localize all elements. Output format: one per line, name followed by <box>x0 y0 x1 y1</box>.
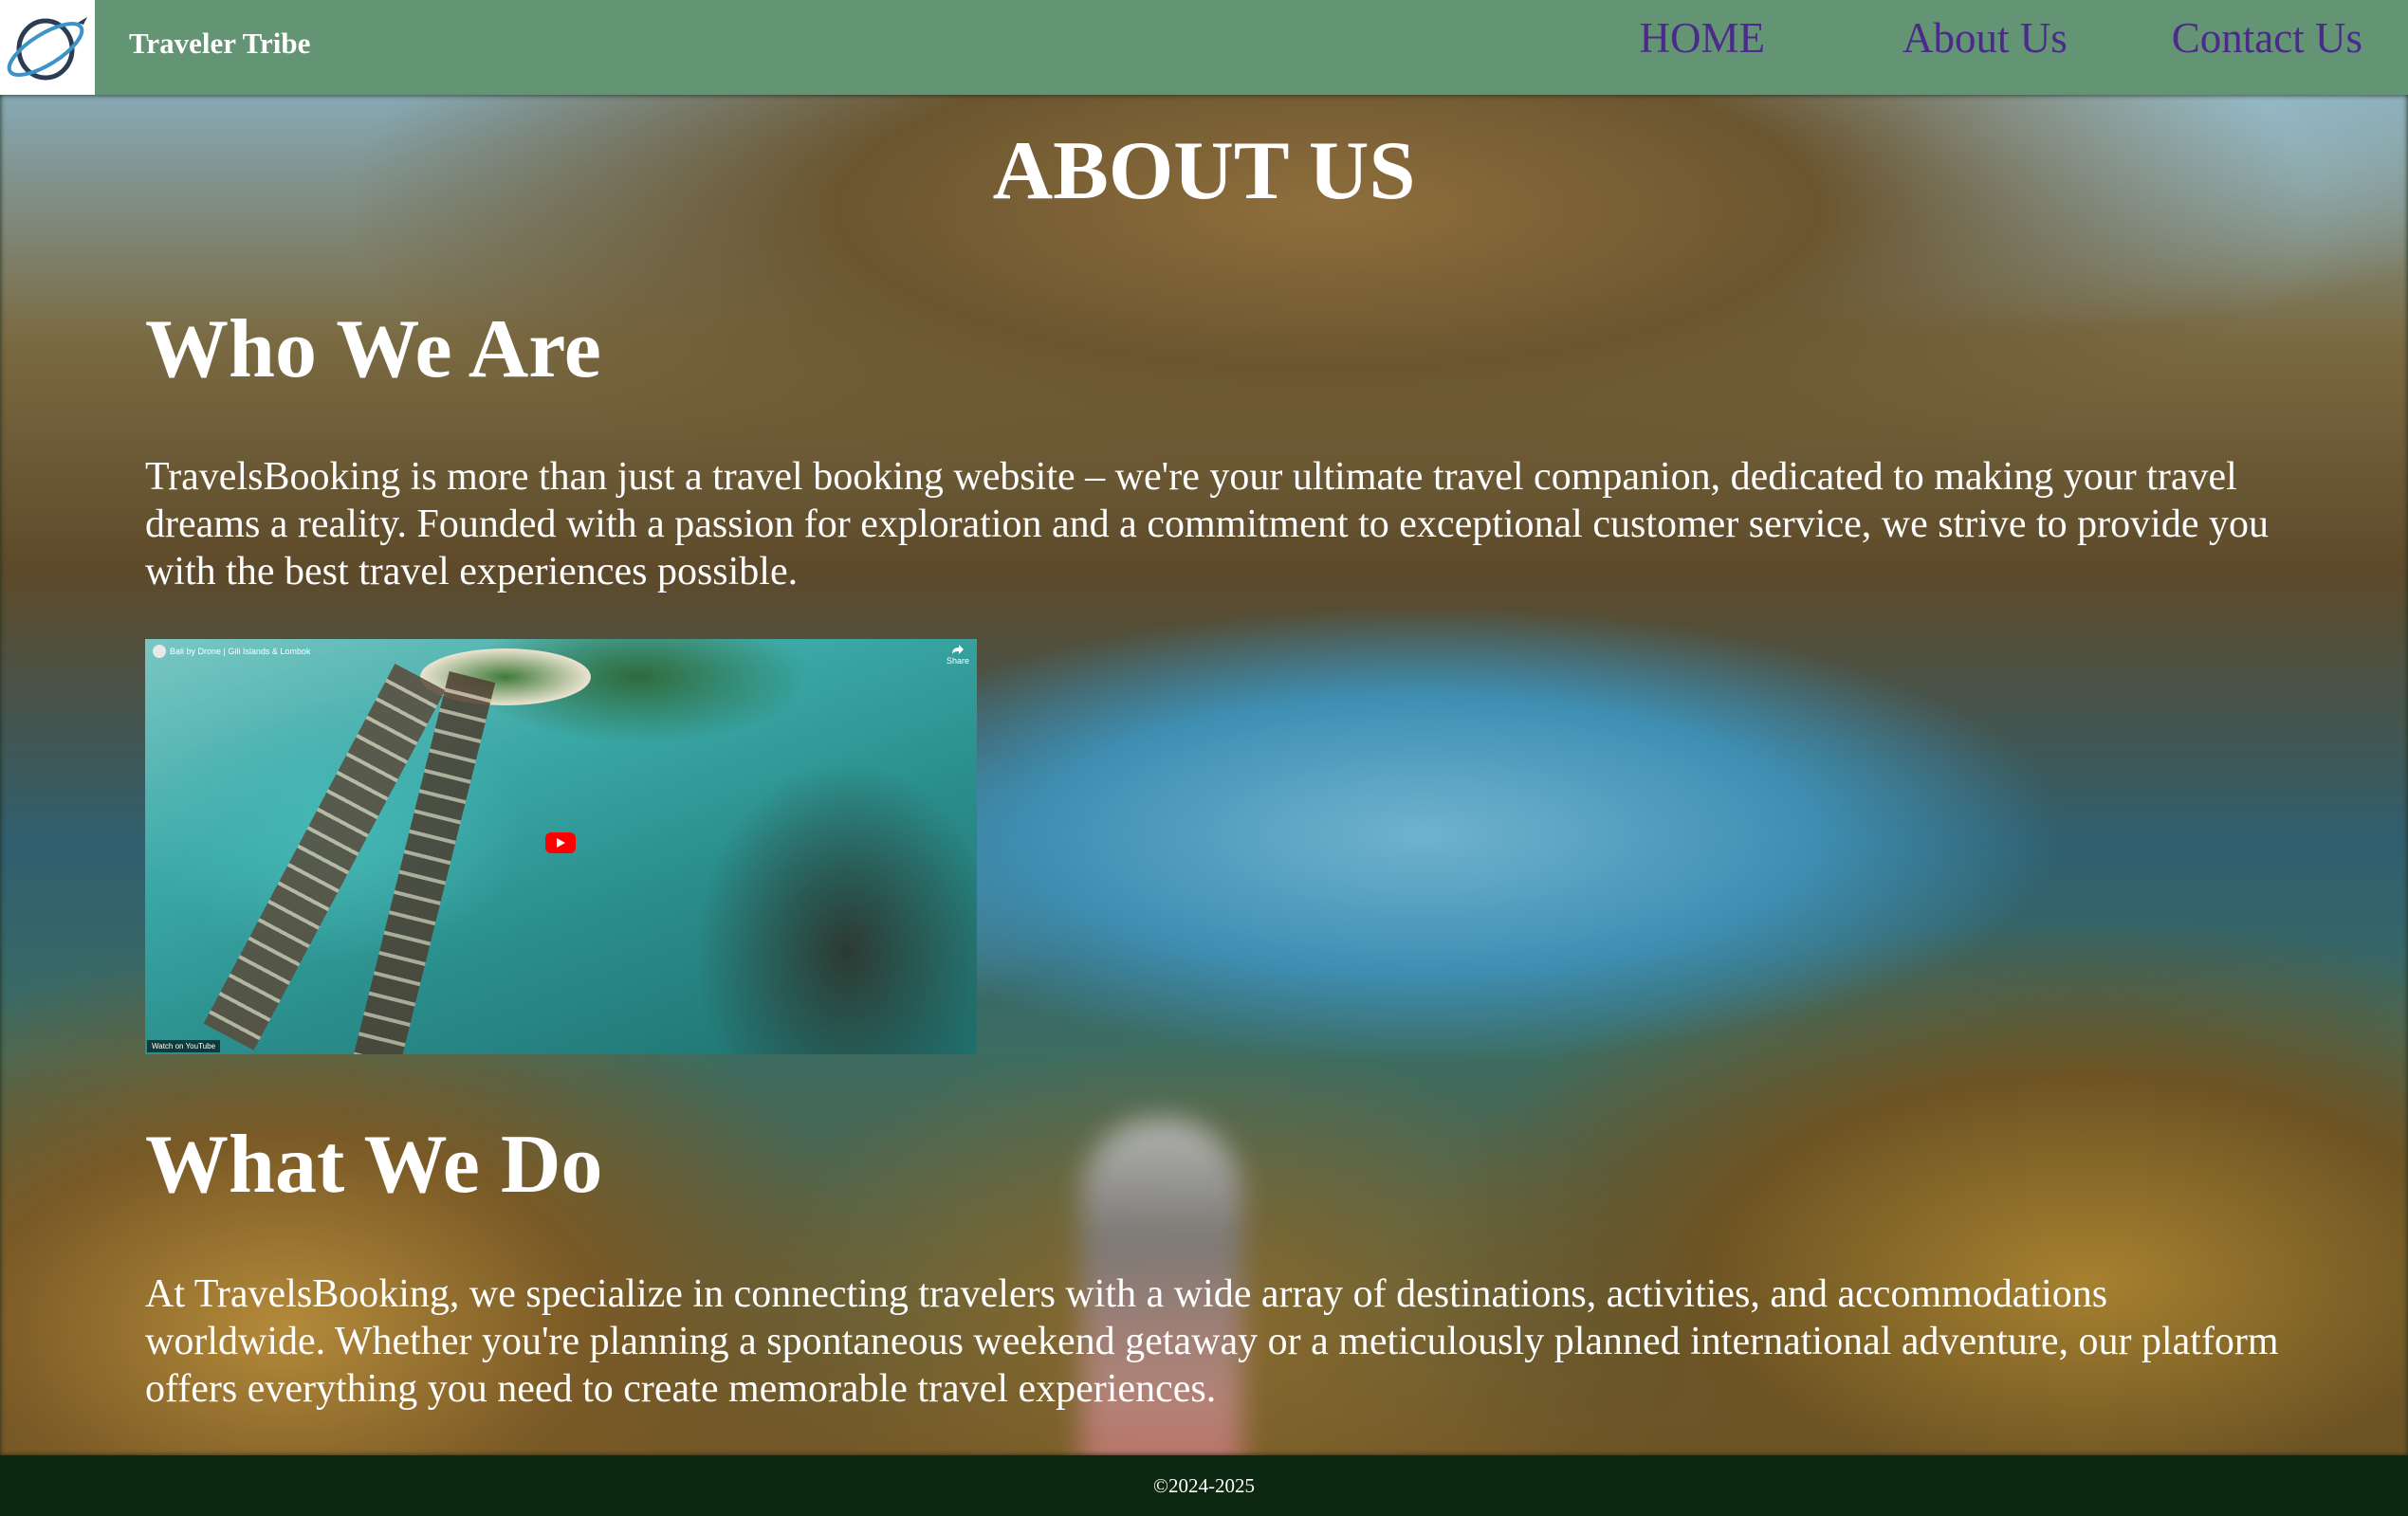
main-content: ABOUT US Who We Are TravelsBooking is mo… <box>0 95 2408 1455</box>
page-title: ABOUT US <box>992 125 1416 217</box>
section-text-who-we-are: TravelsBooking is more than just a trave… <box>145 455 2269 594</box>
nav-about-us[interactable]: About Us <box>1903 0 2068 63</box>
channel-avatar[interactable] <box>153 645 166 658</box>
play-icon <box>557 838 565 848</box>
copyright-text: ©2024-2025 <box>1153 1474 1255 1497</box>
footer: ©2024-2025 <box>0 1455 2408 1516</box>
share-label: Share <box>946 656 969 666</box>
globe-plane-icon <box>7 17 87 81</box>
video-title[interactable]: Bali by Drone | Gili Islands & Lombok <box>170 647 310 656</box>
nav-contact-us[interactable]: Contact Us <box>2172 0 2362 63</box>
watch-on-youtube-button[interactable]: Watch on YouTube <box>147 1040 221 1052</box>
site-logo[interactable] <box>0 0 95 95</box>
section-text-what-we-do: At TravelsBooking, we specialize in conn… <box>145 1272 2279 1411</box>
section-heading-who-we-are: Who We Are <box>145 303 601 395</box>
play-button[interactable] <box>545 832 576 853</box>
section-heading-what-we-do: What We Do <box>145 1119 603 1211</box>
top-navbar: Traveler Tribe HOME About Us Contact Us <box>0 0 2408 95</box>
main-nav: HOME About Us Contact Us <box>1640 0 2408 95</box>
video-embed[interactable]: Bali by Drone | Gili Islands & Lombok Sh… <box>145 639 977 1054</box>
video-share-button[interactable]: Share <box>947 645 969 666</box>
brand-name: Traveler Tribe <box>129 27 311 60</box>
nav-home[interactable]: HOME <box>1640 0 1766 63</box>
share-icon <box>951 645 964 654</box>
